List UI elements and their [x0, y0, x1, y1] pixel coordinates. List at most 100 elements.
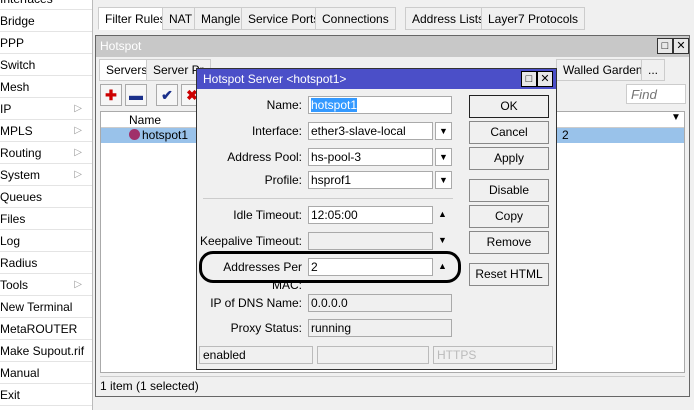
close-icon[interactable]: ✕: [537, 71, 553, 87]
sidebar-item-queues[interactable]: Queues: [0, 186, 92, 208]
remove-icon[interactable]: ▬: [125, 84, 147, 106]
sidebar-item-label: MPLS: [0, 124, 33, 138]
addresses-per-mac-field[interactable]: 2: [308, 258, 433, 276]
name-field[interactable]: hotspot1: [308, 96, 452, 114]
status-text: 1 item (1 selected): [100, 379, 199, 393]
sidebar-item-log[interactable]: Log: [0, 230, 92, 252]
disable-button[interactable]: Disable: [469, 179, 549, 202]
keepalive-timeout-field[interactable]: [308, 232, 433, 250]
address-pool-field[interactable]: hs-pool-3: [308, 148, 433, 166]
sidebar-item-new-terminal[interactable]: New Terminal: [0, 296, 92, 318]
interface-field[interactable]: ether3-slave-local: [308, 122, 433, 140]
sidebar-item-metarouter[interactable]: MetaROUTER: [0, 318, 92, 340]
tab-connections[interactable]: Connections: [315, 7, 396, 30]
addresses-per-mac-label: Addresses Per MAC:: [223, 260, 302, 292]
sidebar-item-ip[interactable]: IP ▷: [0, 98, 92, 120]
close-icon[interactable]: ✕: [673, 38, 689, 54]
submenu-arrow-icon: ▷: [74, 103, 82, 114]
sidebar-item-routing[interactable]: Routing ▷: [0, 142, 92, 164]
keepalive-timeout-label: Keepalive Timeout:: [199, 234, 302, 248]
profile-field[interactable]: hsprof1: [308, 171, 433, 189]
status-bar: 1 item (1 selected): [100, 376, 685, 394]
dialog-title-bar[interactable]: Hotspot Server <hotspot1> □ ✕: [197, 69, 556, 89]
status-middle: [317, 346, 429, 364]
sidebar-item-bridge[interactable]: Bridge: [0, 10, 92, 32]
enable-check-icon[interactable]: ✔: [156, 84, 178, 106]
sidebar-item-manual[interactable]: Manual: [0, 362, 92, 384]
submenu-arrow-icon: ▷: [74, 279, 82, 290]
sidebar-item-ppp[interactable]: PPP: [0, 32, 92, 54]
hotspot-icon: [129, 129, 140, 140]
sidebar-item-label: Bridge: [0, 14, 35, 28]
sidebar-item-label: PPP: [0, 36, 25, 50]
expand-up-icon[interactable]: ▲: [438, 209, 447, 219]
sidebar-item-mpls[interactable]: MPLS ▷: [0, 120, 92, 142]
sidebar-item-label: System: [0, 168, 41, 182]
add-icon[interactable]: ✚: [100, 84, 122, 106]
apply-button[interactable]: Apply: [469, 147, 549, 170]
tab-walled-garden[interactable]: Walled Garden: [556, 59, 650, 81]
sidebar-item-mesh[interactable]: Mesh: [0, 76, 92, 98]
cancel-button[interactable]: Cancel: [469, 121, 549, 144]
dialog-title: Hotspot Server <hotspot1>: [203, 72, 347, 86]
sidebar-item-label: Manual: [0, 366, 40, 380]
submenu-arrow-icon: ▷: [74, 169, 82, 180]
sidebar-menu: InterfacesBridgePPPSwitchMeshIP▷MPLS▷Rou…: [0, 0, 93, 410]
dropdown-icon[interactable]: ▼: [435, 171, 452, 189]
sidebar-item-switch[interactable]: Switch: [0, 54, 92, 76]
tab-service-ports[interactable]: Service Ports: [241, 7, 327, 30]
sidebar-item-make-supout-rif[interactable]: Make Supout.rif: [0, 340, 92, 362]
sidebar-item-label: Make Supout.rif: [0, 344, 85, 358]
proxy-status-label: Proxy Status:: [230, 321, 302, 335]
maximize-icon[interactable]: □: [521, 71, 537, 87]
idle-timeout-label: Idle Timeout:: [233, 208, 302, 222]
sidebar-item-system[interactable]: System ▷: [0, 164, 92, 186]
sidebar-item-label: Routing: [0, 146, 42, 160]
separator: [203, 198, 453, 199]
sidebar-item-label: Tools: [0, 278, 29, 292]
hotspot-title-bar[interactable]: Hotspot □ ✕: [96, 36, 689, 57]
idle-timeout-field[interactable]: 12:05:00: [308, 206, 433, 224]
sidebar-item-label: Radius: [0, 256, 38, 270]
sidebar-item-label: Switch: [0, 58, 36, 72]
copy-button[interactable]: Copy: [469, 205, 549, 228]
find-input[interactable]: [626, 84, 686, 104]
dropdown-icon[interactable]: ▼: [435, 122, 452, 140]
sidebar-item-exit[interactable]: Exit: [0, 384, 92, 406]
status-https: HTTPS: [433, 346, 553, 364]
column-chooser-icon[interactable]: ▼: [671, 112, 681, 123]
tab-mangle[interactable]: Mangle: [194, 7, 248, 30]
reset-html-button[interactable]: Reset HTML: [469, 263, 549, 286]
expand-up-icon[interactable]: ▲: [438, 261, 447, 271]
expand-down-icon[interactable]: ▼: [438, 235, 447, 245]
interface-label: Interface:: [251, 124, 302, 138]
remove-button[interactable]: Remove: [469, 231, 549, 254]
ok-button[interactable]: OK: [469, 95, 549, 118]
dropdown-icon[interactable]: ▼: [435, 148, 452, 166]
sidebar-item-tools[interactable]: Tools ▷: [0, 274, 92, 296]
row-partial-cell: 2: [562, 128, 569, 142]
sidebar-item-files[interactable]: Files: [0, 208, 92, 230]
column-name[interactable]: Name: [129, 113, 161, 127]
sidebar-item-label: Exit: [0, 388, 21, 402]
tab-more[interactable]: ...: [641, 59, 666, 81]
sidebar-item-interfaces[interactable]: Interfaces: [0, 0, 92, 10]
maximize-icon[interactable]: □: [657, 38, 673, 54]
sidebar-item-label: Files: [0, 212, 26, 226]
proxy-status-field: running: [308, 319, 452, 337]
tab-address-lists[interactable]: Address Lists: [405, 7, 492, 30]
tab-layer7-protocols[interactable]: Layer7 Protocols: [481, 7, 586, 30]
name-value: hotspot1: [311, 98, 358, 112]
sidebar-item-label: MetaROUTER: [0, 322, 78, 336]
sidebar-item-radius[interactable]: Radius: [0, 252, 92, 274]
sidebar-item-label: New Terminal: [0, 300, 73, 314]
name-label: Name:: [266, 98, 302, 112]
hotspot-server-dialog: Hotspot Server <hotspot1> □ ✕ Name: hots…: [196, 68, 557, 370]
sidebar-item-label: Queues: [0, 190, 43, 204]
sidebar-item-label: IP: [0, 102, 12, 116]
submenu-arrow-icon: ▷: [74, 147, 82, 158]
sidebar-item-label: Interfaces: [0, 0, 53, 6]
status-enabled: enabled: [199, 346, 313, 364]
row-name: hotspot1: [142, 128, 189, 142]
ip-dns-label: IP of DNS Name:: [210, 296, 302, 310]
